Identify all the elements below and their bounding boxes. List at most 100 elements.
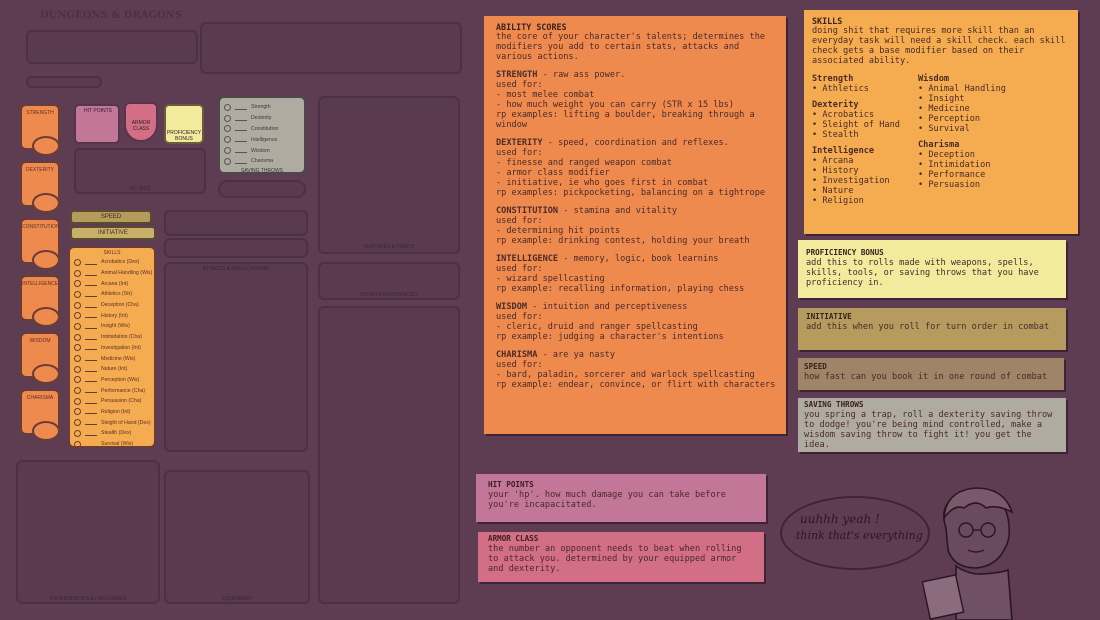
personality-box[interactable]: FEATURES & TRAITS: [318, 96, 460, 254]
modifier-field[interactable]: [85, 367, 97, 372]
proficiency-toggle[interactable]: [74, 376, 81, 384]
skill-row[interactable]: Insight (Wis): [70, 321, 154, 332]
save-row[interactable]: Charisma: [220, 156, 304, 167]
skill-row[interactable]: Nature (Int): [70, 364, 154, 375]
ability-note-name: CHARISMA: [496, 350, 538, 360]
modifier-field[interactable]: [85, 313, 97, 319]
armor-class-shield[interactable]: ARMOR CLASS: [124, 102, 158, 142]
other-proficiencies-box[interactable]: OTHER PROFICIENCIES: [318, 262, 460, 300]
skill-row[interactable]: Animal Handling (Wis): [70, 268, 154, 279]
proficiency-toggle[interactable]: [74, 312, 81, 320]
proficiency-toggle[interactable]: [74, 355, 81, 363]
speech-line-1: uuhhh yeah !: [800, 512, 880, 526]
skill-row[interactable]: Persuasion (Cha): [70, 396, 154, 407]
hit-dice-box[interactable]: HIT DICE: [74, 148, 206, 194]
proficiency-toggle[interactable]: [74, 408, 81, 416]
proficiency-toggle[interactable]: [74, 269, 81, 277]
proficiencies-label: PROFICIENCIES & LANGUAGES: [49, 596, 127, 602]
modifier-field[interactable]: [85, 345, 97, 351]
modifier-field[interactable]: [85, 409, 97, 415]
skill-group-item: • Stealth: [812, 130, 859, 140]
skill-row[interactable]: Sleight of Hand (Dex): [70, 417, 154, 428]
modifier-field[interactable]: [85, 388, 97, 394]
features-box[interactable]: [318, 306, 460, 604]
proficiency-toggle[interactable]: [74, 440, 81, 448]
equipment-label: EQUIPMENT: [222, 596, 252, 602]
save-row[interactable]: Intelligence: [220, 134, 304, 145]
ability-box-intelligence[interactable]: INTELLIGENCE: [20, 275, 60, 327]
hit-points-box[interactable]: HIT POINTS: [74, 104, 120, 144]
proficiency-toggle[interactable]: [74, 365, 81, 373]
modifier-field[interactable]: [85, 271, 97, 276]
skill-group-title: Wisdom: [918, 74, 950, 84]
skill-row[interactable]: Investigation (Int): [70, 343, 154, 354]
hp-temp-box[interactable]: [164, 238, 308, 258]
skill-name: Intimidation (Cha): [101, 334, 142, 341]
skill-group-item: • Performance: [918, 170, 986, 180]
modifier-field[interactable]: [85, 442, 97, 447]
saving-throws-box: Strength Dexterity Constitution Intellig…: [218, 96, 306, 174]
skill-row[interactable]: Religion (Int): [70, 407, 154, 418]
skill-row[interactable]: Deception (Cha): [70, 300, 154, 311]
modifier-field[interactable]: [85, 303, 97, 308]
skill-row[interactable]: Intimidation (Cha): [70, 332, 154, 343]
ability-box-wisdom[interactable]: WISDOM: [20, 332, 60, 384]
proficiencies-box[interactable]: PROFICIENCIES & LANGUAGES: [16, 460, 160, 604]
equipment-box[interactable]: EQUIPMENT: [164, 470, 310, 604]
hp-current-box[interactable]: [164, 210, 308, 236]
ability-box-constitution[interactable]: CONSTITUTION: [20, 218, 60, 270]
skill-row[interactable]: Stealth (Dex): [70, 428, 154, 439]
ability-box-strength[interactable]: STRENGTH: [20, 104, 60, 156]
proficiency-toggle[interactable]: [74, 387, 81, 395]
proficiency-bonus-box[interactable]: PROFICIENCY BONUS: [164, 104, 204, 144]
ability-note: CONSTITUTION - stamina and vitality used…: [496, 206, 776, 246]
proficiency-toggle[interactable]: [74, 333, 81, 341]
modifier-field[interactable]: [85, 377, 97, 383]
player-name-field[interactable]: [26, 76, 102, 88]
modifier-field[interactable]: [85, 260, 97, 265]
skill-row[interactable]: Arcana (Int): [70, 278, 154, 289]
modifier-field[interactable]: [85, 324, 97, 329]
proficiency-toggle[interactable]: [74, 301, 81, 309]
skill-row[interactable]: Survival (Wis): [70, 439, 154, 450]
skill-row[interactable]: Athletics (Str): [70, 289, 154, 300]
skill-name: Deception (Cha): [101, 302, 139, 309]
modifier-field[interactable]: [85, 431, 97, 436]
proficiency-toggle[interactable]: [74, 280, 81, 288]
ability-note-name: STRENGTH: [496, 70, 538, 80]
skill-row[interactable]: History (Int): [70, 310, 154, 321]
modifier-field[interactable]: [85, 420, 97, 426]
proficiency-toggle[interactable]: [74, 397, 81, 405]
ability-box-dexterity[interactable]: DEXTERITY: [20, 161, 60, 213]
save-row[interactable]: Strength: [220, 102, 304, 113]
skills-box: SKILLS Acrobatics (Dex) Animal Handling (…: [68, 246, 156, 448]
save-row[interactable]: Wisdom: [220, 145, 304, 156]
save-row[interactable]: Dexterity: [220, 113, 304, 124]
speed-scroll[interactable]: SPEED: [70, 210, 152, 224]
initiative-scroll[interactable]: INITIATIVE: [70, 226, 156, 240]
modifier-field[interactable]: [85, 399, 97, 404]
note-armor-class: ARMOR CLASS the number an opponent needs…: [478, 532, 764, 582]
save-row[interactable]: Constitution: [220, 124, 304, 135]
skill-row[interactable]: Medicine (Wis): [70, 353, 154, 364]
modifier-field[interactable]: [85, 356, 97, 362]
death-saves-box[interactable]: [218, 180, 306, 198]
attacks-box[interactable]: ATTACKS & SPELLCASTING: [164, 262, 308, 452]
character-name-field[interactable]: [26, 30, 198, 64]
proficiency-toggle[interactable]: [74, 429, 81, 437]
proficiency-toggle[interactable]: [74, 322, 81, 330]
other-label: OTHER PROFICIENCIES: [360, 292, 418, 298]
proficiency-toggle[interactable]: [74, 290, 81, 298]
modifier-field[interactable]: [85, 281, 97, 287]
modifier-field[interactable]: [85, 292, 97, 297]
proficiency-toggle[interactable]: [74, 344, 81, 352]
skill-row[interactable]: Perception (Wis): [70, 375, 154, 386]
speed-label: SPEED: [100, 214, 122, 220]
skill-row[interactable]: Acrobatics (Dex): [70, 257, 154, 268]
skill-name: Medicine (Wis): [101, 355, 136, 362]
ability-box-charisma[interactable]: CHARISMA: [20, 389, 60, 441]
proficiency-toggle[interactable]: [74, 258, 81, 266]
modifier-field[interactable]: [85, 335, 97, 340]
skill-row[interactable]: Performance (Cha): [70, 385, 154, 396]
proficiency-toggle[interactable]: [74, 419, 81, 427]
